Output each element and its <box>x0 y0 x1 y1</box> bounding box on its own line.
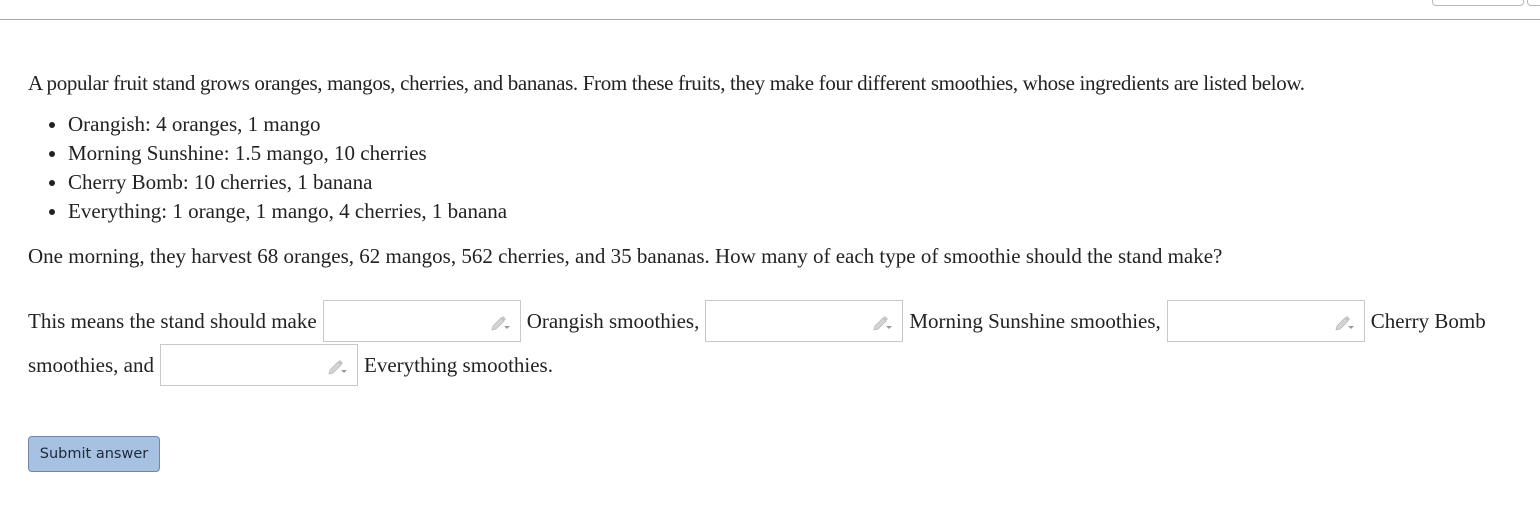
answer-prefix: This means the stand should make <box>28 308 317 333</box>
header-button[interactable] <box>1432 0 1524 6</box>
cherry-bomb-label: Cherry Bomb <box>1370 308 1486 333</box>
morning-sunshine-count-field[interactable] <box>705 300 904 342</box>
submit-answer-button[interactable]: Submit answer <box>28 436 160 472</box>
list-item: Everything: 1 orange, 1 mango, 4 cherrie… <box>68 197 507 226</box>
cherry-bomb-count-field[interactable] <box>1166 300 1365 342</box>
everything-count-field[interactable] <box>160 344 358 386</box>
list-item: Morning Sunshine: 1.5 mango, 10 cherries <box>68 139 507 168</box>
cherry-bomb-count-input[interactable] <box>1167 301 1364 341</box>
header-button-secondary[interactable] <box>1527 0 1540 6</box>
orangish-count-field[interactable] <box>322 300 521 342</box>
problem-intro: A popular fruit stand grows oranges, man… <box>28 71 1305 95</box>
top-header-bar <box>0 0 1540 20</box>
answer-sentence-line-1: This means the stand should make Orangis… <box>28 300 1486 342</box>
morning-sunshine-count-input[interactable] <box>706 301 903 341</box>
orangish-count-input[interactable] <box>323 301 520 341</box>
orangish-label: Orangish smoothies, <box>526 308 700 333</box>
morning-sunshine-label: Morning Sunshine smoothies, <box>909 308 1161 333</box>
everything-count-input[interactable] <box>161 345 357 385</box>
answer-sentence-line-2: smoothies, and Everything smoothies. <box>28 344 553 386</box>
list-item: Cherry Bomb: 10 cherries, 1 banana <box>68 168 507 197</box>
recipe-list: Orangish: 4 oranges, 1 mango Morning Sun… <box>28 110 507 226</box>
problem-question: One morning, they harvest 68 oranges, 62… <box>28 244 1223 268</box>
list-item: Orangish: 4 oranges, 1 mango <box>68 110 507 139</box>
everything-label: Everything smoothies. <box>364 352 553 377</box>
line2-prefix: smoothies, and <box>28 352 154 377</box>
